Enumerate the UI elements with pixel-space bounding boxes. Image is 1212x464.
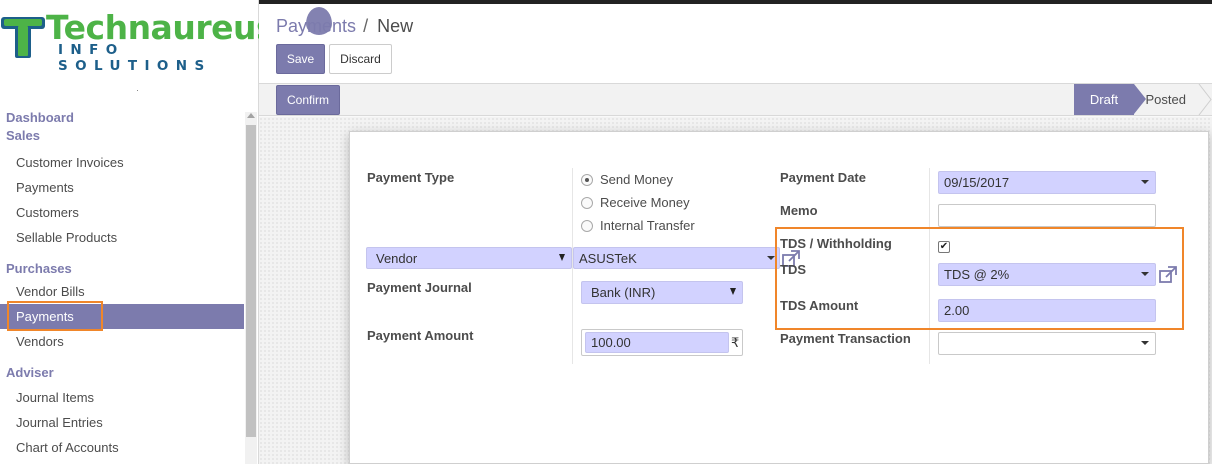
sidebar-item-chart-of-accounts[interactable]: Chart of Accounts xyxy=(0,435,244,460)
separator-dot xyxy=(137,90,138,91)
sidebar-item-journal-items[interactable]: Journal Items xyxy=(0,385,244,410)
memo-label: Memo xyxy=(780,203,818,218)
chevron-down-icon xyxy=(1141,180,1149,184)
menu-section-sales: Sales xyxy=(6,128,40,143)
confirm-button[interactable]: Confirm xyxy=(276,85,340,115)
radio-internal-transfer[interactable]: Internal Transfer xyxy=(581,218,695,233)
partner-type-value: Vendor xyxy=(376,250,418,266)
radio-label-send-money: Send Money xyxy=(600,172,673,187)
scroll-up-arrow-icon[interactable] xyxy=(247,113,255,118)
sidebar-item-customer-invoices[interactable]: Customer Invoices xyxy=(0,150,244,175)
status-posted[interactable]: Posted xyxy=(1146,84,1186,115)
save-button[interactable]: Save xyxy=(276,44,325,74)
sidebar-item-journal-entries[interactable]: Journal Entries xyxy=(0,410,244,435)
sidebar-menu: Dashboard Sales Customer Invoices Paymen… xyxy=(0,108,244,460)
radio-send-money[interactable]: Send Money xyxy=(581,172,673,187)
control-panel: Payments / New Save Discard xyxy=(259,4,1212,84)
radio-label-receive-money: Receive Money xyxy=(600,195,690,210)
sidebar-item-sales-payments[interactable]: Payments xyxy=(0,175,244,200)
payment-journal-select[interactable]: Bank (INR) xyxy=(581,281,743,304)
radio-label-internal-transfer: Internal Transfer xyxy=(600,218,695,233)
technaureus-logo-mark xyxy=(1,17,45,58)
partner-select[interactable]: ASUSTeK xyxy=(573,247,780,269)
partner-value: ASUSTeK xyxy=(579,250,637,266)
highlight-box-tds-section xyxy=(775,227,1184,330)
menu-section-dashboard[interactable]: Dashboard xyxy=(0,109,244,127)
chevron-down-icon xyxy=(559,254,565,261)
form-statusbar: Confirm Draft Posted xyxy=(259,84,1212,116)
sidebar-item-customers[interactable]: Customers xyxy=(0,200,244,225)
chevron-down-icon xyxy=(1141,341,1149,345)
breadcrumb-current: New xyxy=(377,16,414,36)
payment-type-label: Payment Type xyxy=(367,170,455,185)
partner-type-select[interactable]: Vendor xyxy=(366,247,572,269)
chevron-down-icon xyxy=(730,288,736,295)
status-chevron-icon xyxy=(1198,84,1212,115)
sidebar: Technaureus INFO SOLUTIONS Dashboard Sal… xyxy=(0,0,276,464)
discard-button[interactable]: Discard xyxy=(329,44,392,74)
payment-journal-value: Bank (INR) xyxy=(591,285,656,300)
breadcrumb: Payments / New xyxy=(276,16,413,37)
payment-date-value: 09/15/2017 xyxy=(944,175,1010,190)
sidebar-scroll-thumb[interactable] xyxy=(246,125,256,437)
logo-tagline: INFO SOLUTIONS xyxy=(58,42,212,74)
loading-drop-indicator xyxy=(306,7,332,35)
payment-date-label: Payment Date xyxy=(780,170,866,185)
company-logo[interactable]: Technaureus INFO SOLUTIONS xyxy=(0,8,276,74)
payment-transaction-label: Payment Transaction xyxy=(780,331,911,346)
sidebar-item-vendors[interactable]: Vendors xyxy=(0,329,244,354)
payment-amount-wrapper: 100.00 ₹ xyxy=(581,329,743,356)
menu-section-purchases: Purchases xyxy=(6,261,72,276)
payment-journal-label: Payment Journal xyxy=(367,280,472,295)
currency-symbol: ₹ xyxy=(731,334,740,350)
radio-button-unchecked[interactable] xyxy=(581,196,593,209)
radio-button-unchecked[interactable] xyxy=(581,219,593,232)
payment-date-input[interactable]: 09/15/2017 xyxy=(938,171,1156,194)
status-draft[interactable]: Draft xyxy=(1074,84,1146,115)
chevron-down-icon xyxy=(767,256,775,260)
payment-amount-input[interactable]: 100.00 xyxy=(585,332,729,353)
highlight-box-payments-menu xyxy=(7,301,103,331)
sidebar-item-sellable-products[interactable]: Sellable Products xyxy=(0,225,244,250)
payment-amount-label: Payment Amount xyxy=(367,328,474,343)
menu-section-adviser: Adviser xyxy=(6,365,54,380)
radio-button-checked[interactable] xyxy=(581,173,593,186)
payment-transaction-select[interactable] xyxy=(938,332,1156,355)
memo-input[interactable] xyxy=(938,204,1156,227)
breadcrumb-separator: / xyxy=(363,16,369,36)
radio-receive-money[interactable]: Receive Money xyxy=(581,195,690,210)
